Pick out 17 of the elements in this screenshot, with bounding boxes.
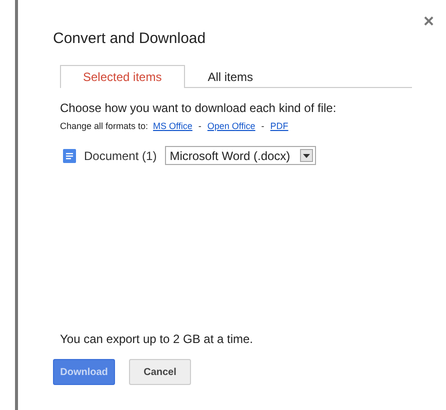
format-link[interactable]: PDF bbox=[270, 121, 288, 131]
tab[interactable]: Selected items bbox=[60, 65, 185, 88]
close-button[interactable]: × bbox=[423, 12, 434, 30]
format-link[interactable]: Open Office bbox=[207, 121, 256, 131]
export-limit-text: You can export up to 2 GB at a time. bbox=[60, 332, 254, 346]
dialog-title: Convert and Download bbox=[53, 30, 207, 47]
cancel-button[interactable]: Cancel bbox=[129, 359, 191, 385]
document-icon bbox=[63, 148, 76, 162]
file-type-label: Document (1) bbox=[84, 148, 157, 162]
format-dropdown[interactable]: Microsoft Word (.docx) bbox=[164, 146, 316, 165]
tab[interactable]: All items bbox=[184, 65, 276, 88]
separator: - bbox=[197, 121, 202, 131]
dropdown-arrow-icon bbox=[303, 154, 310, 158]
change-formats-label: Change all formats to: bbox=[60, 121, 148, 131]
format-link[interactable]: MS Office bbox=[153, 121, 192, 131]
separator: - bbox=[260, 121, 266, 131]
instruction-text: Choose how you want to download each kind of file: bbox=[60, 101, 338, 115]
